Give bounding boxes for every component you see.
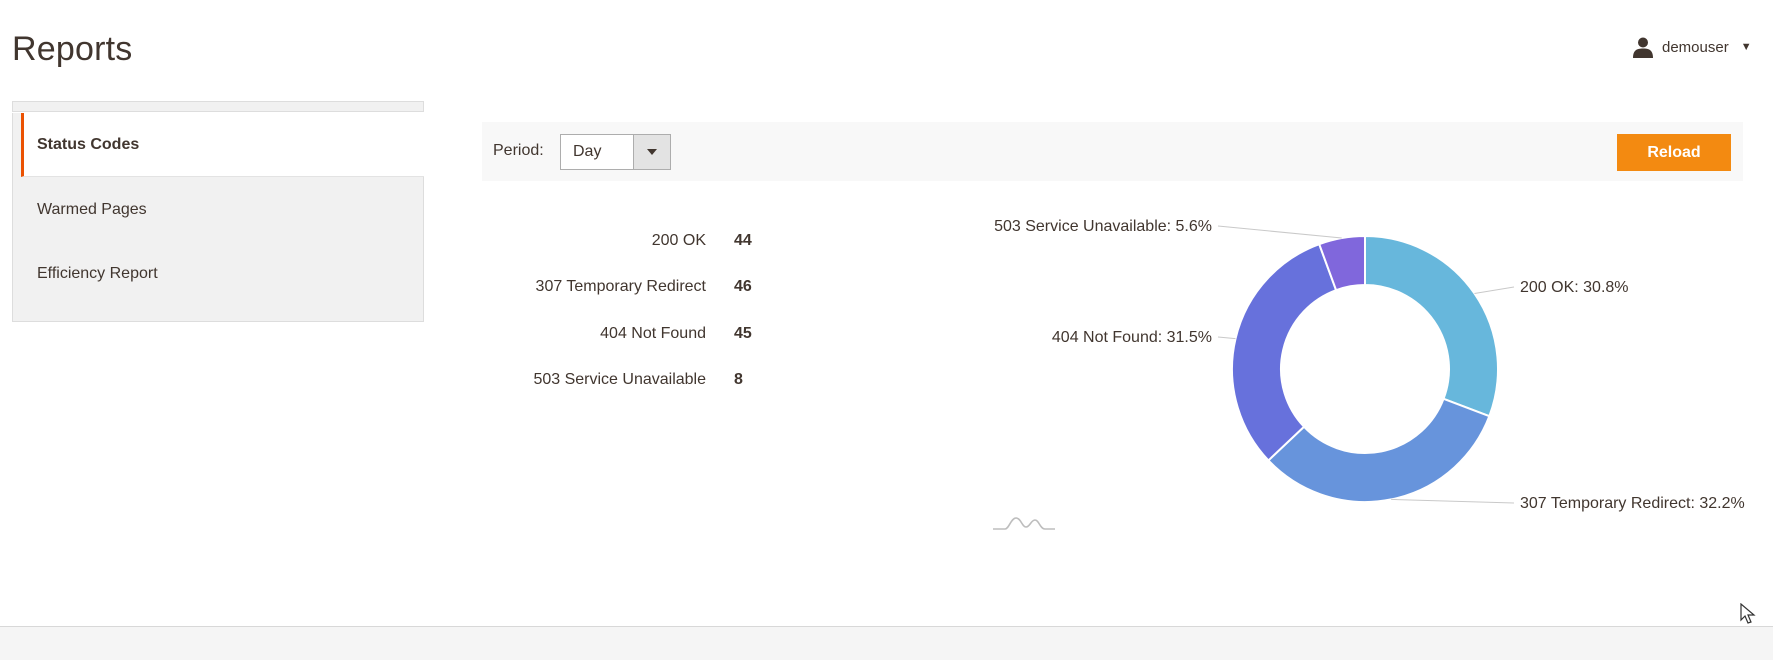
label-leader-line — [1474, 286, 1515, 294]
label-leader-line — [1391, 498, 1515, 504]
slice-307-temporary-redirect[interactable] — [1266, 397, 1491, 503]
slice-label: 307 Temporary Redirect: 32.2% — [1520, 495, 1745, 512]
slice-label: 503 Service Unavailable: 5.6% — [994, 218, 1212, 235]
slice-200-ok[interactable] — [1364, 234, 1500, 418]
slice-404-not-found[interactable] — [1231, 242, 1338, 462]
label-leader-line — [1217, 336, 1236, 340]
chart-logo-icon — [993, 512, 1055, 537]
page-footer — [0, 626, 1773, 660]
label-leader-line — [1217, 225, 1342, 239]
slice-label: 200 OK: 30.8% — [1520, 279, 1629, 296]
slice-label: 404 Not Found: 31.5% — [1052, 329, 1212, 346]
mouse-cursor-icon — [1740, 602, 1756, 630]
status-codes-donut-chart: 200 OK: 30.8% 307 Temporary Redirect: 32.… — [994, 218, 1745, 512]
